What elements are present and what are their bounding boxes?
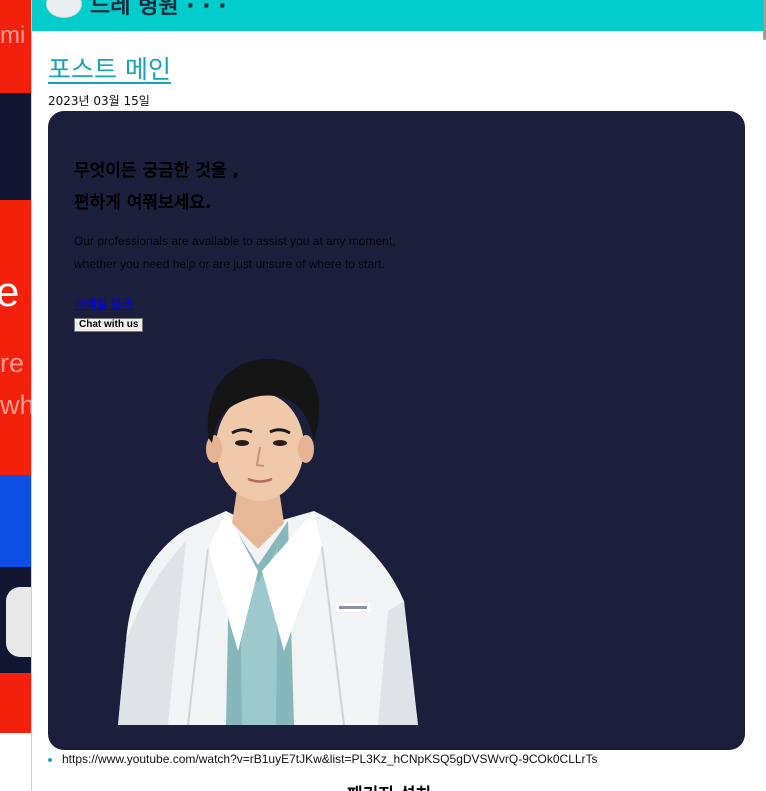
card-description: Our professionals are available to assis… <box>74 230 396 275</box>
email-inquiry-link[interactable]: 이메일 문의 <box>74 295 133 312</box>
card-description-line-1: Our professionals are available to assis… <box>74 234 396 248</box>
video-url-item: https://www.youtube.com/watch?v=rB1uyE7t… <box>48 752 598 766</box>
post-title-link[interactable]: 포스트 메인 <box>48 50 171 86</box>
panel-header: 드레 병원 · · · <box>32 0 766 31</box>
card-heading-line-1: 무엇이든 궁금한 것을 , <box>74 161 239 181</box>
doctor-photo <box>118 358 418 725</box>
card-description-line-2: whether you need help or are just unsure… <box>74 256 385 271</box>
list-bullet-icon <box>48 757 52 762</box>
card-heading-line-2: 편하게 여쭤보세요. <box>74 193 212 213</box>
header-title: 드레 병원 · · · <box>90 0 227 19</box>
background-image-fragment <box>6 587 31 657</box>
background-footer-band <box>0 673 31 733</box>
next-section-title: 패키지 설치 <box>347 780 431 791</box>
post-date: 2023년 03월 15일 <box>48 94 150 108</box>
contact-card: 무엇이든 궁금한 것을 , 편하게 여쭤보세요. Our professiona… <box>48 111 745 750</box>
post-panel: 드레 병원 · · · 포스트 메인 2023년 03월 15일 무엇이든 궁금… <box>31 0 766 791</box>
video-url-text: https://www.youtube.com/watch?v=rB1uyE7t… <box>62 752 598 766</box>
background-image-strip <box>0 567 31 673</box>
header-avatar <box>46 0 82 18</box>
card-heading: 무엇이든 궁금한 것을 , 편하게 여쭤보세요. <box>74 155 239 219</box>
chat-with-us-button[interactable]: Chat with us <box>74 318 144 332</box>
background-hero <box>0 200 31 475</box>
background-dark-band <box>0 93 31 200</box>
background-blue-button[interactable] <box>0 475 31 567</box>
background-text-top: mi <box>0 22 26 49</box>
background-hero-text-1: re <box>0 348 25 378</box>
